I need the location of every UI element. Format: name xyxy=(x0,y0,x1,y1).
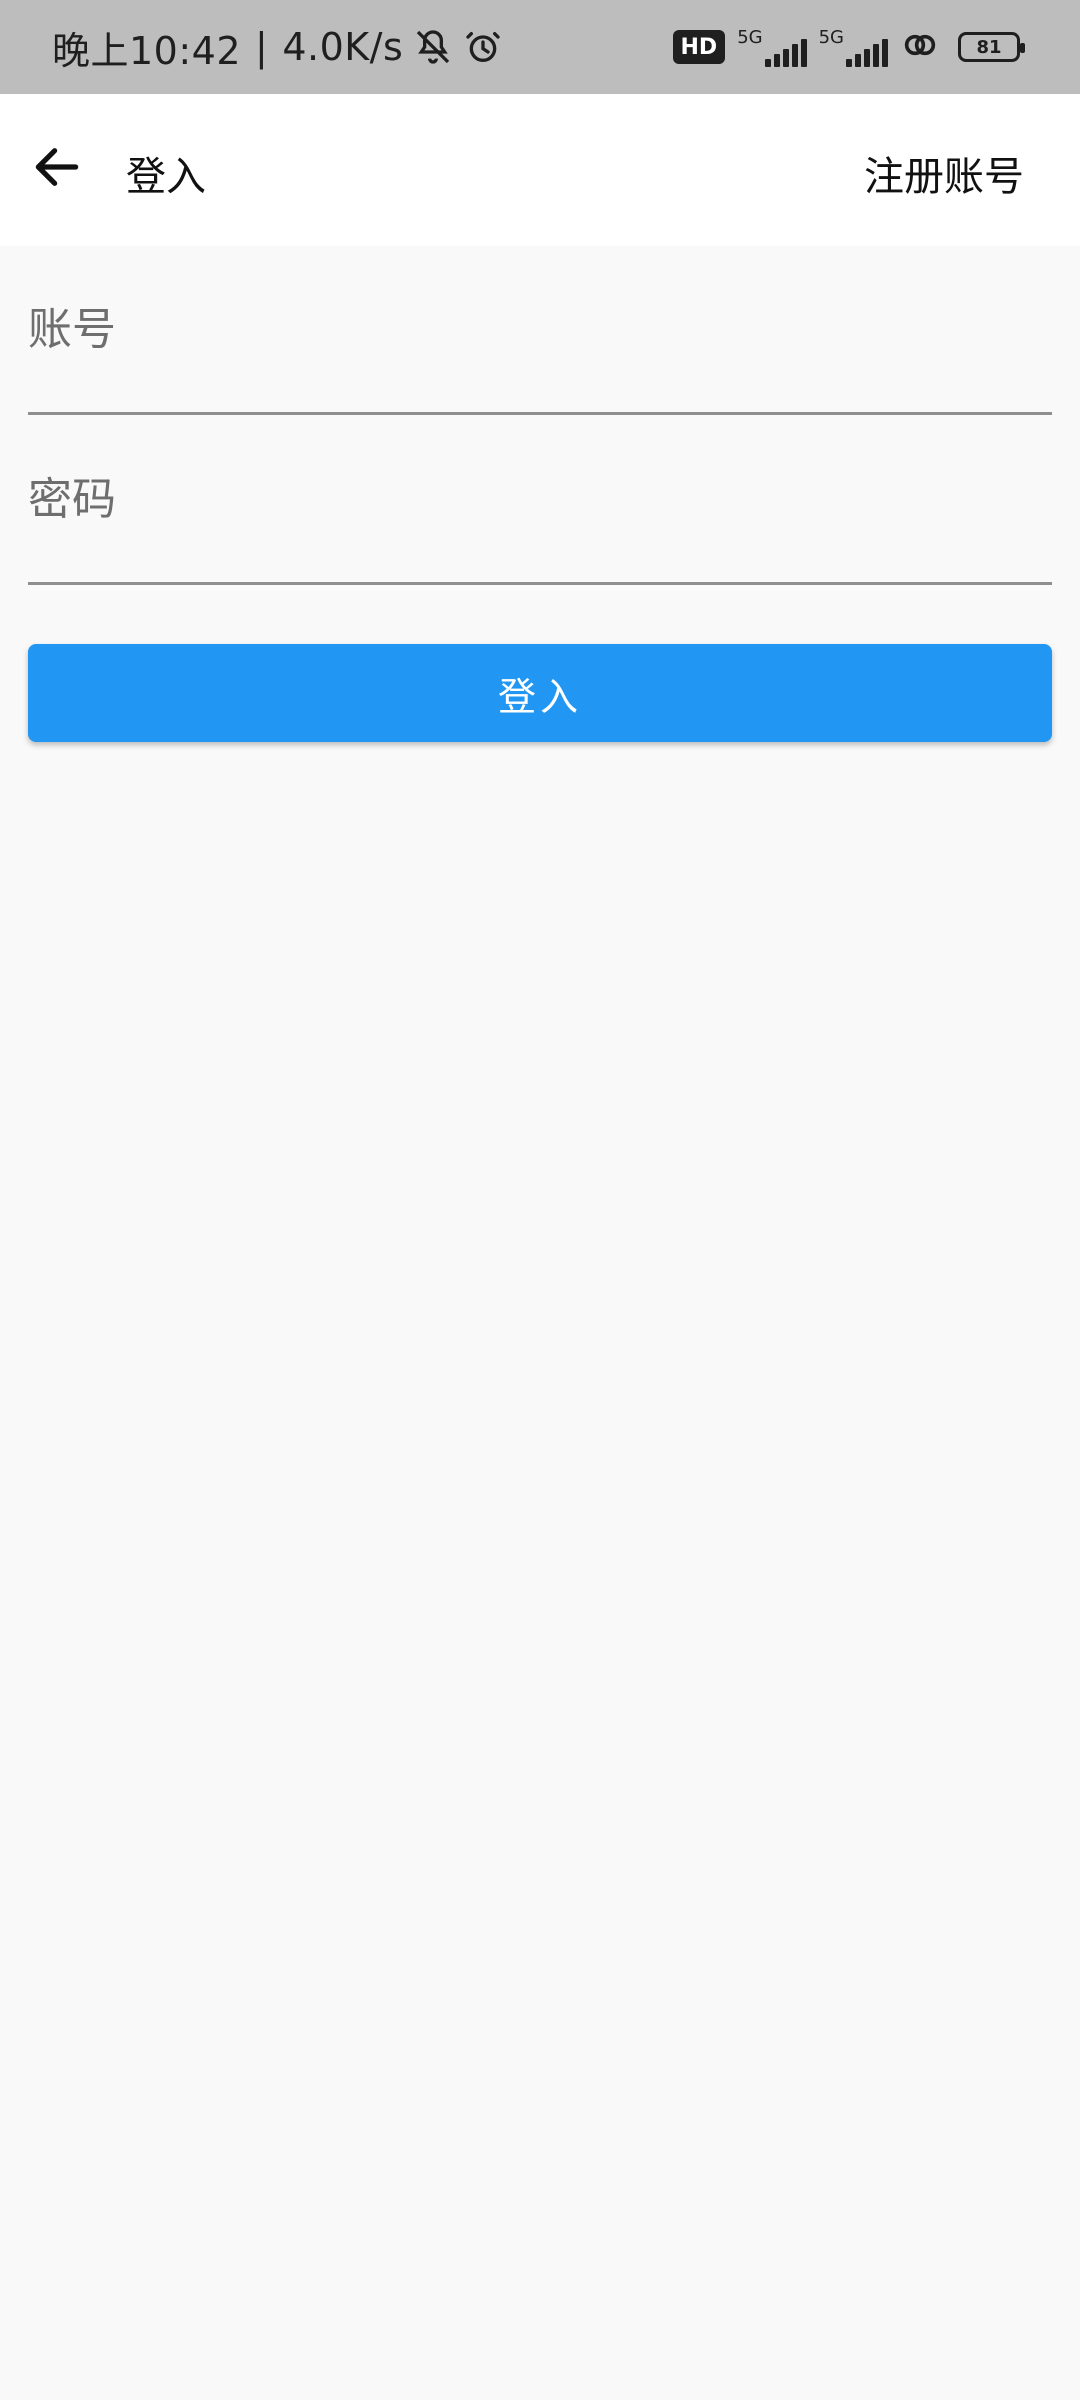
login-form xyxy=(28,246,1052,586)
app-bar: 登入 注册账号 xyxy=(0,94,1080,246)
network-speed: 4.0K/s xyxy=(282,25,404,69)
password-field xyxy=(28,416,1052,586)
arrow-left-icon xyxy=(29,139,85,199)
network-type-label: 5G xyxy=(818,27,844,48)
login-button[interactable]: 登入 xyxy=(28,644,1052,742)
back-button[interactable] xyxy=(24,136,90,202)
signal-5g-icon: 5G xyxy=(819,27,888,67)
password-input[interactable] xyxy=(28,460,1052,540)
account-field xyxy=(28,246,1052,416)
link-icon xyxy=(900,25,940,69)
status-left: 晚上10:42 | 4.0K/s xyxy=(52,0,503,94)
status-separator: | xyxy=(255,25,269,69)
bell-off-icon xyxy=(413,27,453,67)
account-input[interactable] xyxy=(28,290,1052,370)
signal-5g-icon: 5G xyxy=(737,27,807,67)
battery-icon: 81 xyxy=(958,32,1025,62)
status-right: HD 5G 5G 81 xyxy=(672,0,1025,94)
password-underline xyxy=(28,582,1052,585)
register-account-button[interactable]: 注册账号 xyxy=(864,144,1024,202)
network-type-label: 5G xyxy=(737,27,763,48)
page-title: 登入 xyxy=(126,155,206,199)
hd-badge-icon: HD xyxy=(672,30,726,64)
status-time: 晚上10:42 xyxy=(52,28,242,73)
alarm-clock-icon xyxy=(463,27,503,67)
status-bar: 晚上10:42 | 4.0K/s HD 5G 5G 81 xyxy=(0,0,1080,94)
account-underline xyxy=(28,412,1052,415)
